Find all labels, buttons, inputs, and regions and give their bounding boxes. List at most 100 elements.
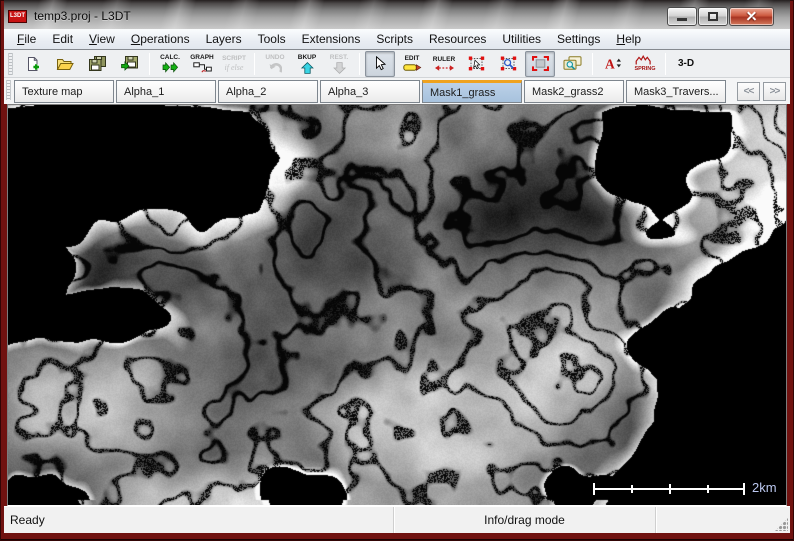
import-map-button[interactable] (114, 51, 144, 77)
tab-texture-map[interactable]: Texture map (14, 80, 114, 103)
map-viewport: 2km (7, 104, 787, 506)
menu-item-utilities[interactable]: Utilities (494, 29, 549, 49)
menu-item-scripts[interactable]: Scripts (368, 29, 421, 49)
maximize-icon (708, 12, 718, 21)
view-panes-icon (563, 56, 582, 71)
toolbar-separator (149, 53, 150, 75)
menu-item-operations[interactable]: Operations (123, 29, 198, 49)
map-canvas[interactable] (8, 105, 786, 505)
three-d-button[interactable]: 3-D (671, 51, 701, 77)
script-label: SCRIPT (222, 55, 246, 63)
ruler-tool-button[interactable]: RULER (429, 51, 459, 77)
menu-item-resources[interactable]: Resources (421, 29, 494, 49)
menu-item-view[interactable]: View (81, 29, 123, 49)
pointer-tool-button[interactable] (365, 51, 395, 77)
calc-button[interactable]: CALC. (155, 51, 185, 77)
undo-label: UNDO (265, 54, 284, 62)
select-frame-button[interactable] (525, 51, 555, 77)
script-icon: if else (225, 63, 244, 73)
new-file-icon (25, 56, 41, 72)
backup-button[interactable]: BKUP (292, 51, 322, 77)
restore-button[interactable]: REST. (324, 51, 354, 77)
menu-item-settings[interactable]: Settings (549, 29, 608, 49)
font-size-button[interactable]: A (598, 51, 628, 77)
close-button[interactable] (729, 7, 774, 26)
minimize-button[interactable] (667, 7, 697, 26)
undo-button[interactable]: UNDO (260, 51, 290, 77)
save-all-button[interactable] (82, 51, 112, 77)
tab-mask3-travers[interactable]: Mask3_Travers... (626, 80, 726, 103)
tab-bar: Texture map Alpha_1 Alpha_2 Alpha_3 Mask1_gr… (4, 78, 790, 104)
tab-label: Mask2_grass2 (532, 86, 604, 98)
three-d-label: 3-D (675, 58, 697, 69)
ruler-icon (434, 64, 455, 72)
toolbar-grip[interactable] (8, 53, 13, 75)
spring-icon (635, 55, 656, 65)
app-icon-text: L3DT (10, 13, 25, 19)
ruler-label: RULER (433, 56, 455, 64)
graph-label: GRAPH (190, 54, 213, 62)
select-move-icon (468, 56, 485, 71)
select-zoom-icon (500, 56, 517, 71)
tab-label: Mask3_Travers... (634, 86, 718, 98)
open-folder-icon (56, 57, 74, 71)
tab-mask1-grass[interactable]: Mask1_grass (422, 80, 522, 103)
calc-icon (162, 62, 179, 73)
bkup-label: BKUP (298, 54, 316, 62)
status-mode-pane: Info/drag mode (394, 507, 656, 533)
script-button[interactable]: SCRIPT if else (219, 51, 249, 77)
tab-label: Alpha_3 (328, 86, 368, 98)
maximize-button[interactable] (698, 7, 728, 26)
tab-label: Texture map (22, 86, 83, 98)
tab-label: Mask1_grass (430, 87, 495, 99)
view-panes-button[interactable] (557, 51, 587, 77)
tab-scroll-left-button[interactable]: << (737, 82, 760, 101)
status-bar: Ready Info/drag mode (4, 506, 790, 533)
window-title: temp3.proj - L3DT (34, 9, 131, 23)
open-project-button[interactable] (50, 51, 80, 77)
tab-scroll-controls: << >> (737, 82, 786, 101)
edit-icon (403, 63, 422, 72)
status-extra-pane (656, 507, 790, 533)
undo-icon (269, 62, 282, 73)
edit-tool-button[interactable]: EDIT (397, 51, 427, 77)
font-size-icon: A (605, 57, 622, 70)
menu-item-file[interactable]: File (9, 29, 44, 49)
spring-button[interactable]: SPRING (630, 51, 660, 77)
close-icon (745, 10, 758, 23)
new-project-button[interactable] (18, 51, 48, 77)
tab-mask2-grass2[interactable]: Mask2_grass2 (524, 80, 624, 103)
menu-item-tools[interactable]: Tools (250, 29, 294, 49)
menu-item-layers[interactable]: Layers (198, 29, 250, 49)
app-icon: L3DT (8, 10, 27, 23)
toolbar-separator (254, 53, 255, 75)
svg-text:A: A (605, 57, 615, 70)
menu-item-edit[interactable]: Edit (44, 29, 81, 49)
graph-button[interactable]: GRAPH (187, 51, 217, 77)
status-ready-text: Ready (10, 513, 45, 527)
menu-item-help[interactable]: Help (608, 29, 649, 49)
tab-alpha-2[interactable]: Alpha_2 (218, 80, 318, 103)
app-window: L3DT temp3.proj - L3DT FileEditViewOpera… (0, 0, 794, 541)
spring-label: SPRING (634, 65, 655, 73)
tab-scroll-right-button[interactable]: >> (763, 82, 786, 101)
select-move-button[interactable] (461, 51, 491, 77)
toolbar-separator (665, 53, 666, 75)
select-zoom-button[interactable] (493, 51, 523, 77)
select-frame-icon (532, 56, 549, 71)
tab-alpha-3[interactable]: Alpha_3 (320, 80, 420, 103)
tab-bar-grip[interactable] (6, 80, 11, 100)
window-controls (666, 7, 774, 26)
menu-item-extensions[interactable]: Extensions (294, 29, 369, 49)
toolbar: CALC. GRAPH SCRIPT if else UNDO (4, 50, 790, 78)
menu-bar: FileEditViewOperationsLayersToolsExtensi… (4, 29, 790, 50)
backup-icon (301, 62, 314, 74)
status-mode-text: Info/drag mode (484, 513, 565, 527)
import-map-icon (121, 56, 138, 71)
tab-label: Alpha_2 (226, 86, 266, 98)
scale-bar: 2km (593, 482, 745, 496)
calc-label: CALC. (160, 54, 180, 62)
tab-alpha-1[interactable]: Alpha_1 (116, 80, 216, 103)
pointer-icon (374, 56, 386, 71)
title-bar[interactable]: L3DT temp3.proj - L3DT (4, 0, 790, 29)
